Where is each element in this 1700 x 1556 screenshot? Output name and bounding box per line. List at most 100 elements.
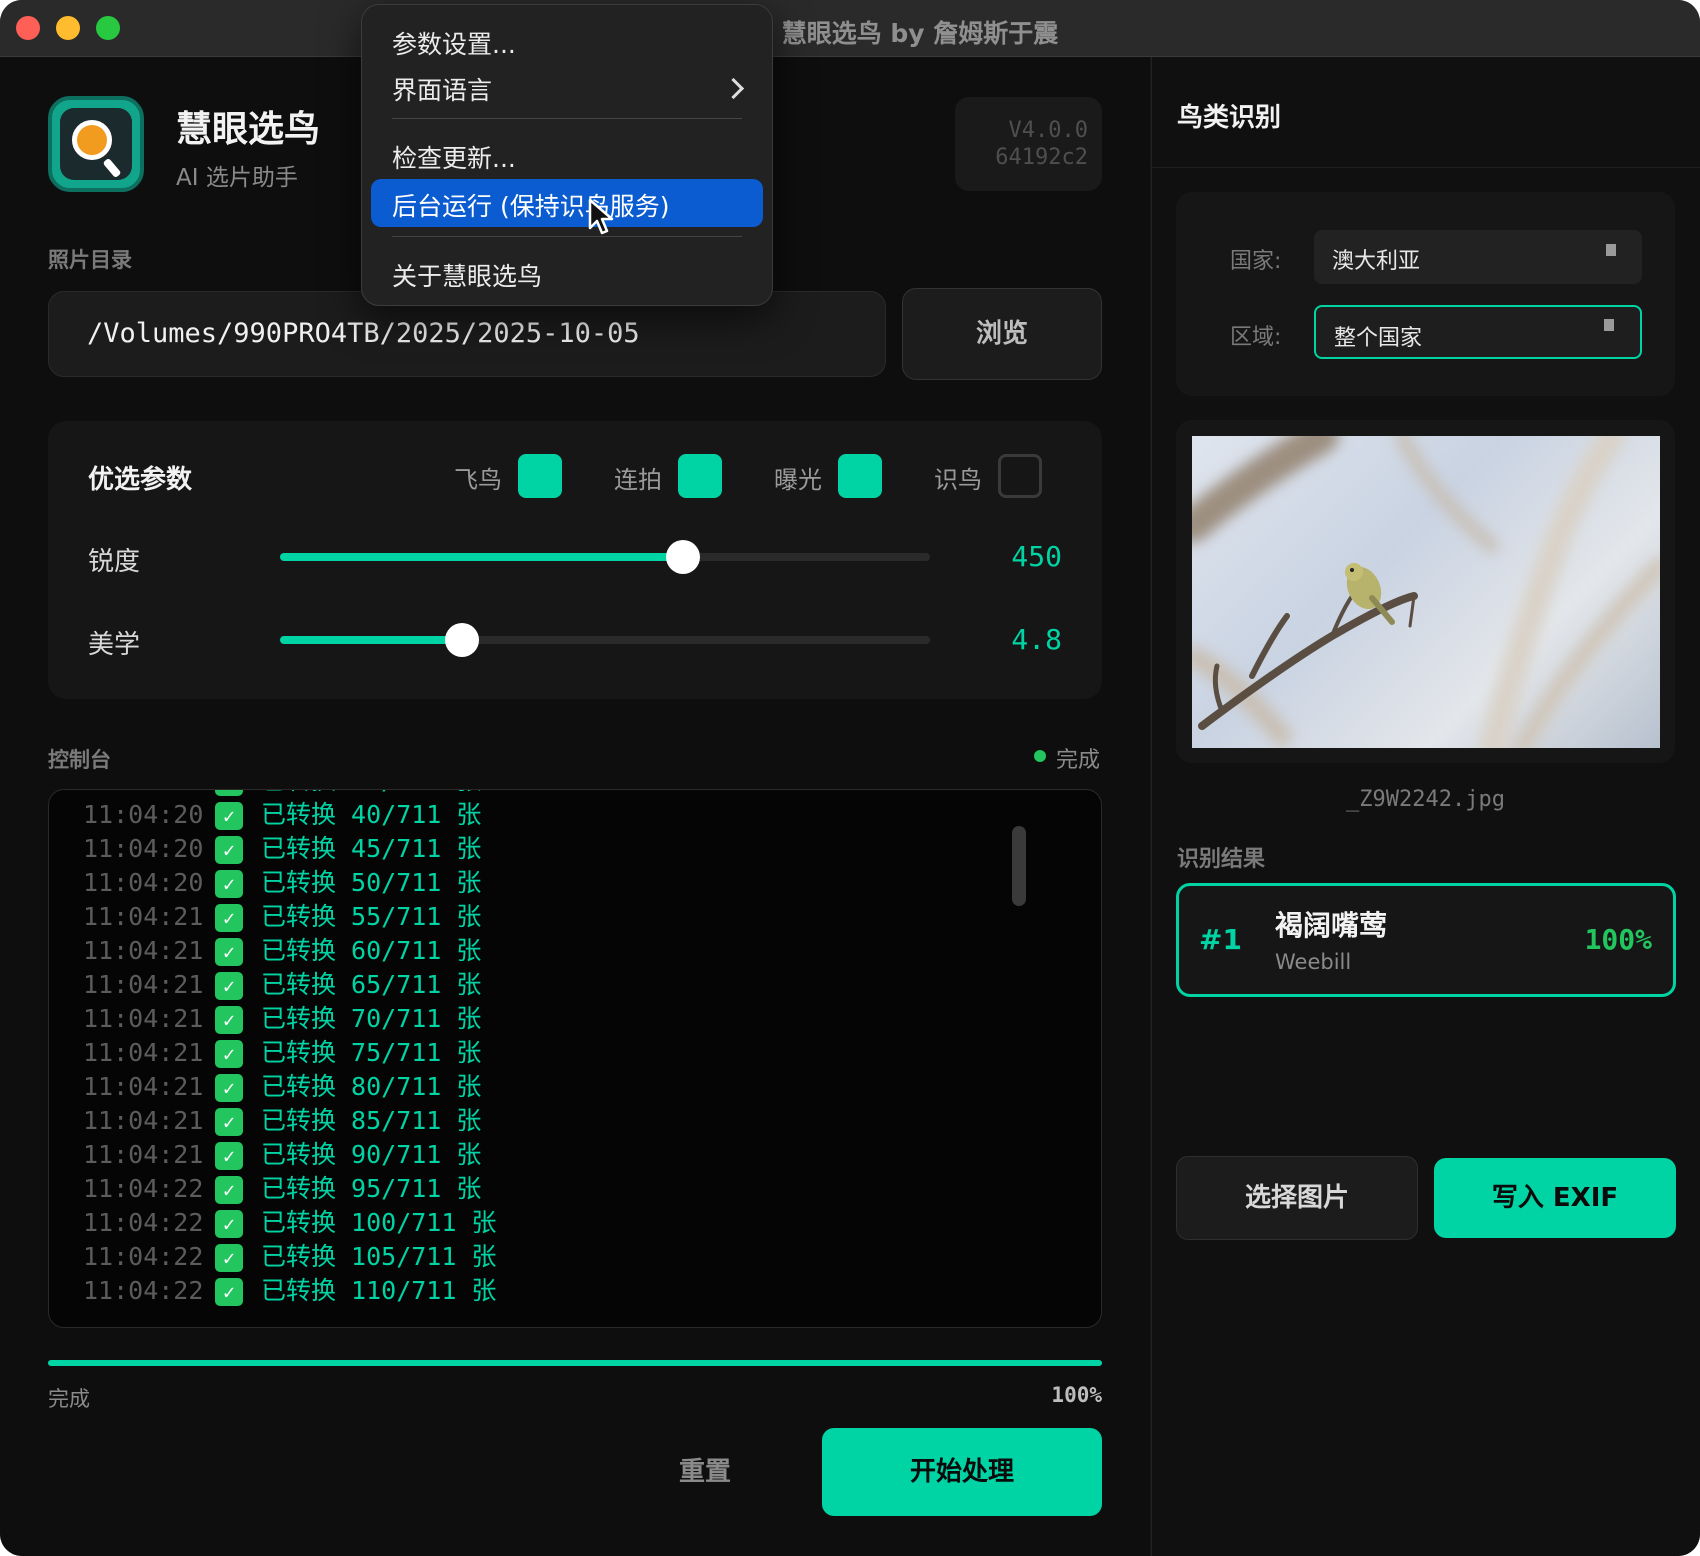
console-line: 11:04:21✓已转换 75/711 张 bbox=[83, 1036, 496, 1070]
menu-item-check-updates[interactable]: 检查更新... bbox=[392, 139, 516, 175]
check-mark-icon: ✓ bbox=[215, 1142, 243, 1170]
toggle-label-flying: 飞鸟 bbox=[454, 460, 502, 495]
check-mark-icon: ✓ bbox=[215, 1040, 243, 1068]
console-line-time: 11:04:21 bbox=[83, 1070, 215, 1104]
toggle-burst-checkbox[interactable] bbox=[678, 454, 722, 498]
divider bbox=[1151, 167, 1700, 168]
check-mark-icon: ✓ bbox=[215, 836, 243, 864]
console-line-time: 11:04:22 bbox=[83, 1206, 215, 1240]
console-line: 11:04:21✓已转换 90/711 张 bbox=[83, 1138, 496, 1172]
toggle-exposure-checkbox[interactable] bbox=[838, 454, 882, 498]
start-processing-button[interactable]: 开始处理 bbox=[822, 1428, 1102, 1516]
result-name-cn: 褐阔嘴莺 bbox=[1275, 904, 1387, 944]
check-mark-icon: ✓ bbox=[215, 802, 243, 830]
reset-button[interactable]: 重置 bbox=[640, 1428, 770, 1516]
write-exif-button[interactable]: 写入 EXIF bbox=[1434, 1158, 1676, 1238]
bird-photo-image bbox=[1192, 436, 1660, 748]
country-label: 国家: bbox=[1230, 243, 1281, 275]
console-line-time: 11:04:20 bbox=[83, 789, 215, 798]
console-line-message: 已转换 45/711 张 bbox=[261, 834, 481, 863]
check-mark-icon: ✓ bbox=[215, 938, 243, 966]
bird-photo bbox=[1192, 436, 1660, 748]
result-name-en: Weebill bbox=[1275, 950, 1351, 974]
result-label: 识别结果 bbox=[1177, 841, 1265, 873]
console-line-time: 11:04:22 bbox=[83, 1274, 215, 1308]
aesthetic-slider[interactable] bbox=[280, 636, 930, 644]
console-line-message: 已转换 110/711 张 bbox=[261, 1276, 496, 1305]
console-line-message: 已转换 55/711 张 bbox=[261, 902, 481, 931]
sharpness-label: 锐度 bbox=[88, 541, 140, 578]
console-line: 11:04:21✓已转换 55/711 张 bbox=[83, 900, 496, 934]
aesthetic-fill bbox=[280, 636, 462, 644]
aesthetic-label: 美学 bbox=[88, 624, 140, 661]
menu-item-background-run[interactable]: 后台运行 (保持识鸟服务) bbox=[392, 187, 669, 223]
browse-button[interactable]: 浏览 bbox=[902, 288, 1102, 380]
app-menu: 参数设置... 界面语言 检查更新... 后台运行 (保持识鸟服务) 关于慧眼选… bbox=[361, 4, 773, 306]
console-line-message: 已转换 65/711 张 bbox=[261, 970, 481, 999]
title-bar: 慧眼选鸟 by 詹姆斯于震 bbox=[0, 0, 1700, 57]
console-line-message: 已转换 105/711 张 bbox=[261, 1242, 496, 1271]
console-line-message: 已转换 60/711 张 bbox=[261, 936, 481, 965]
menu-item-settings[interactable]: 参数设置... bbox=[392, 25, 516, 61]
console-line: 11:04:21✓已转换 85/711 张 bbox=[83, 1104, 496, 1138]
console-line: 11:04:20✓已转换 35/711 张 bbox=[83, 789, 496, 798]
console-scrollbar[interactable] bbox=[1012, 826, 1026, 906]
result-rank: #1 bbox=[1199, 923, 1242, 956]
menu-separator bbox=[392, 236, 742, 237]
country-select[interactable]: 澳大利亚 bbox=[1314, 230, 1642, 284]
console-line: 11:04:21✓已转换 65/711 张 bbox=[83, 968, 496, 1002]
console-line-time: 11:04:22 bbox=[83, 1172, 215, 1206]
sharpness-knob[interactable] bbox=[666, 540, 700, 574]
menu-item-about[interactable]: 关于慧眼选鸟 bbox=[392, 257, 542, 293]
console-line: 11:04:22✓已转换 95/711 张 bbox=[83, 1172, 496, 1206]
sharpness-value: 450 bbox=[960, 540, 1062, 573]
app-subtitle: AI 选片助手 bbox=[176, 158, 298, 192]
check-mark-icon: ✓ bbox=[215, 1006, 243, 1034]
console-line: 11:04:21✓ 已转换 60/711 张 bbox=[83, 934, 496, 968]
toggle-birdid-checkbox[interactable] bbox=[998, 454, 1042, 498]
select-caret-icon bbox=[1606, 244, 1616, 256]
photo-dir-label: 照片目录 bbox=[48, 244, 132, 274]
check-mark-icon: ✓ bbox=[215, 1108, 243, 1136]
progress-fill bbox=[48, 1360, 1102, 1366]
select-image-button[interactable]: 选择图片 bbox=[1176, 1156, 1418, 1240]
console-line: 11:04:20✓已转换 50/711 张 bbox=[83, 866, 496, 900]
console-line: 11:04:21✓已转换 80/711 张 bbox=[83, 1070, 496, 1104]
console-line-time: 11:04:22 bbox=[83, 1240, 215, 1274]
console-line-message: 已转换 35/711 张 bbox=[261, 789, 481, 795]
sharpness-slider[interactable] bbox=[280, 553, 930, 561]
console-log[interactable]: 11:04:20✓已转换 35/711 张11:04:20✓已转换 40/711… bbox=[48, 789, 1102, 1328]
select-caret-icon bbox=[1604, 319, 1614, 331]
console-line: 11:04:20✓已转换 45/711 张 bbox=[83, 832, 496, 866]
toggle-flying-checkbox[interactable] bbox=[518, 454, 562, 498]
progress-percent: 100% bbox=[1002, 1383, 1102, 1407]
toggle-label-burst: 连拍 bbox=[614, 460, 662, 495]
console-label: 控制台 bbox=[48, 744, 111, 774]
console-line-time: 11:04:21 bbox=[83, 1002, 215, 1036]
region-label: 区域: bbox=[1230, 319, 1281, 351]
check-mark-icon: ✓ bbox=[215, 1278, 243, 1306]
menu-item-language[interactable]: 界面语言 bbox=[392, 71, 492, 107]
console-line: 11:04:22✓ 已转换 110/711 张 bbox=[83, 1274, 496, 1308]
console-line: 11:04:22✓已转换 105/711 张 bbox=[83, 1240, 496, 1274]
check-mark-icon: ✓ bbox=[215, 904, 243, 932]
console-line-time: 11:04:20 bbox=[83, 866, 215, 900]
mouse-cursor-icon bbox=[588, 198, 614, 236]
region-select[interactable]: 整个国家 bbox=[1314, 305, 1642, 359]
console-line-message: 已转换 90/711 张 bbox=[261, 1140, 481, 1169]
console-line-time: 11:04:21 bbox=[83, 934, 215, 968]
console-line-message: 已转换 40/711 张 bbox=[261, 800, 481, 829]
console-line: 11:04:22✓已转换 100/711 张 bbox=[83, 1206, 496, 1240]
toggle-label-exposure: 曝光 bbox=[774, 460, 822, 495]
check-mark-icon: ✓ bbox=[215, 870, 243, 898]
menu-separator bbox=[392, 118, 742, 119]
aesthetic-knob[interactable] bbox=[445, 623, 479, 657]
app-window: 慧眼选鸟 by 詹姆斯于震 慧眼选鸟 AI 选片助手 V4.0.0 64192c… bbox=[0, 0, 1700, 1556]
console-line-message: 已转换 85/711 张 bbox=[261, 1106, 481, 1135]
console-line: 11:04:20✓已转换 40/711 张 bbox=[83, 798, 496, 832]
aesthetic-value: 4.8 bbox=[960, 623, 1062, 656]
params-title: 优选参数 bbox=[88, 459, 192, 496]
app-name: 慧眼选鸟 bbox=[176, 100, 320, 152]
region-value: 整个国家 bbox=[1334, 326, 1422, 351]
check-mark-icon: ✓ bbox=[215, 972, 243, 1000]
